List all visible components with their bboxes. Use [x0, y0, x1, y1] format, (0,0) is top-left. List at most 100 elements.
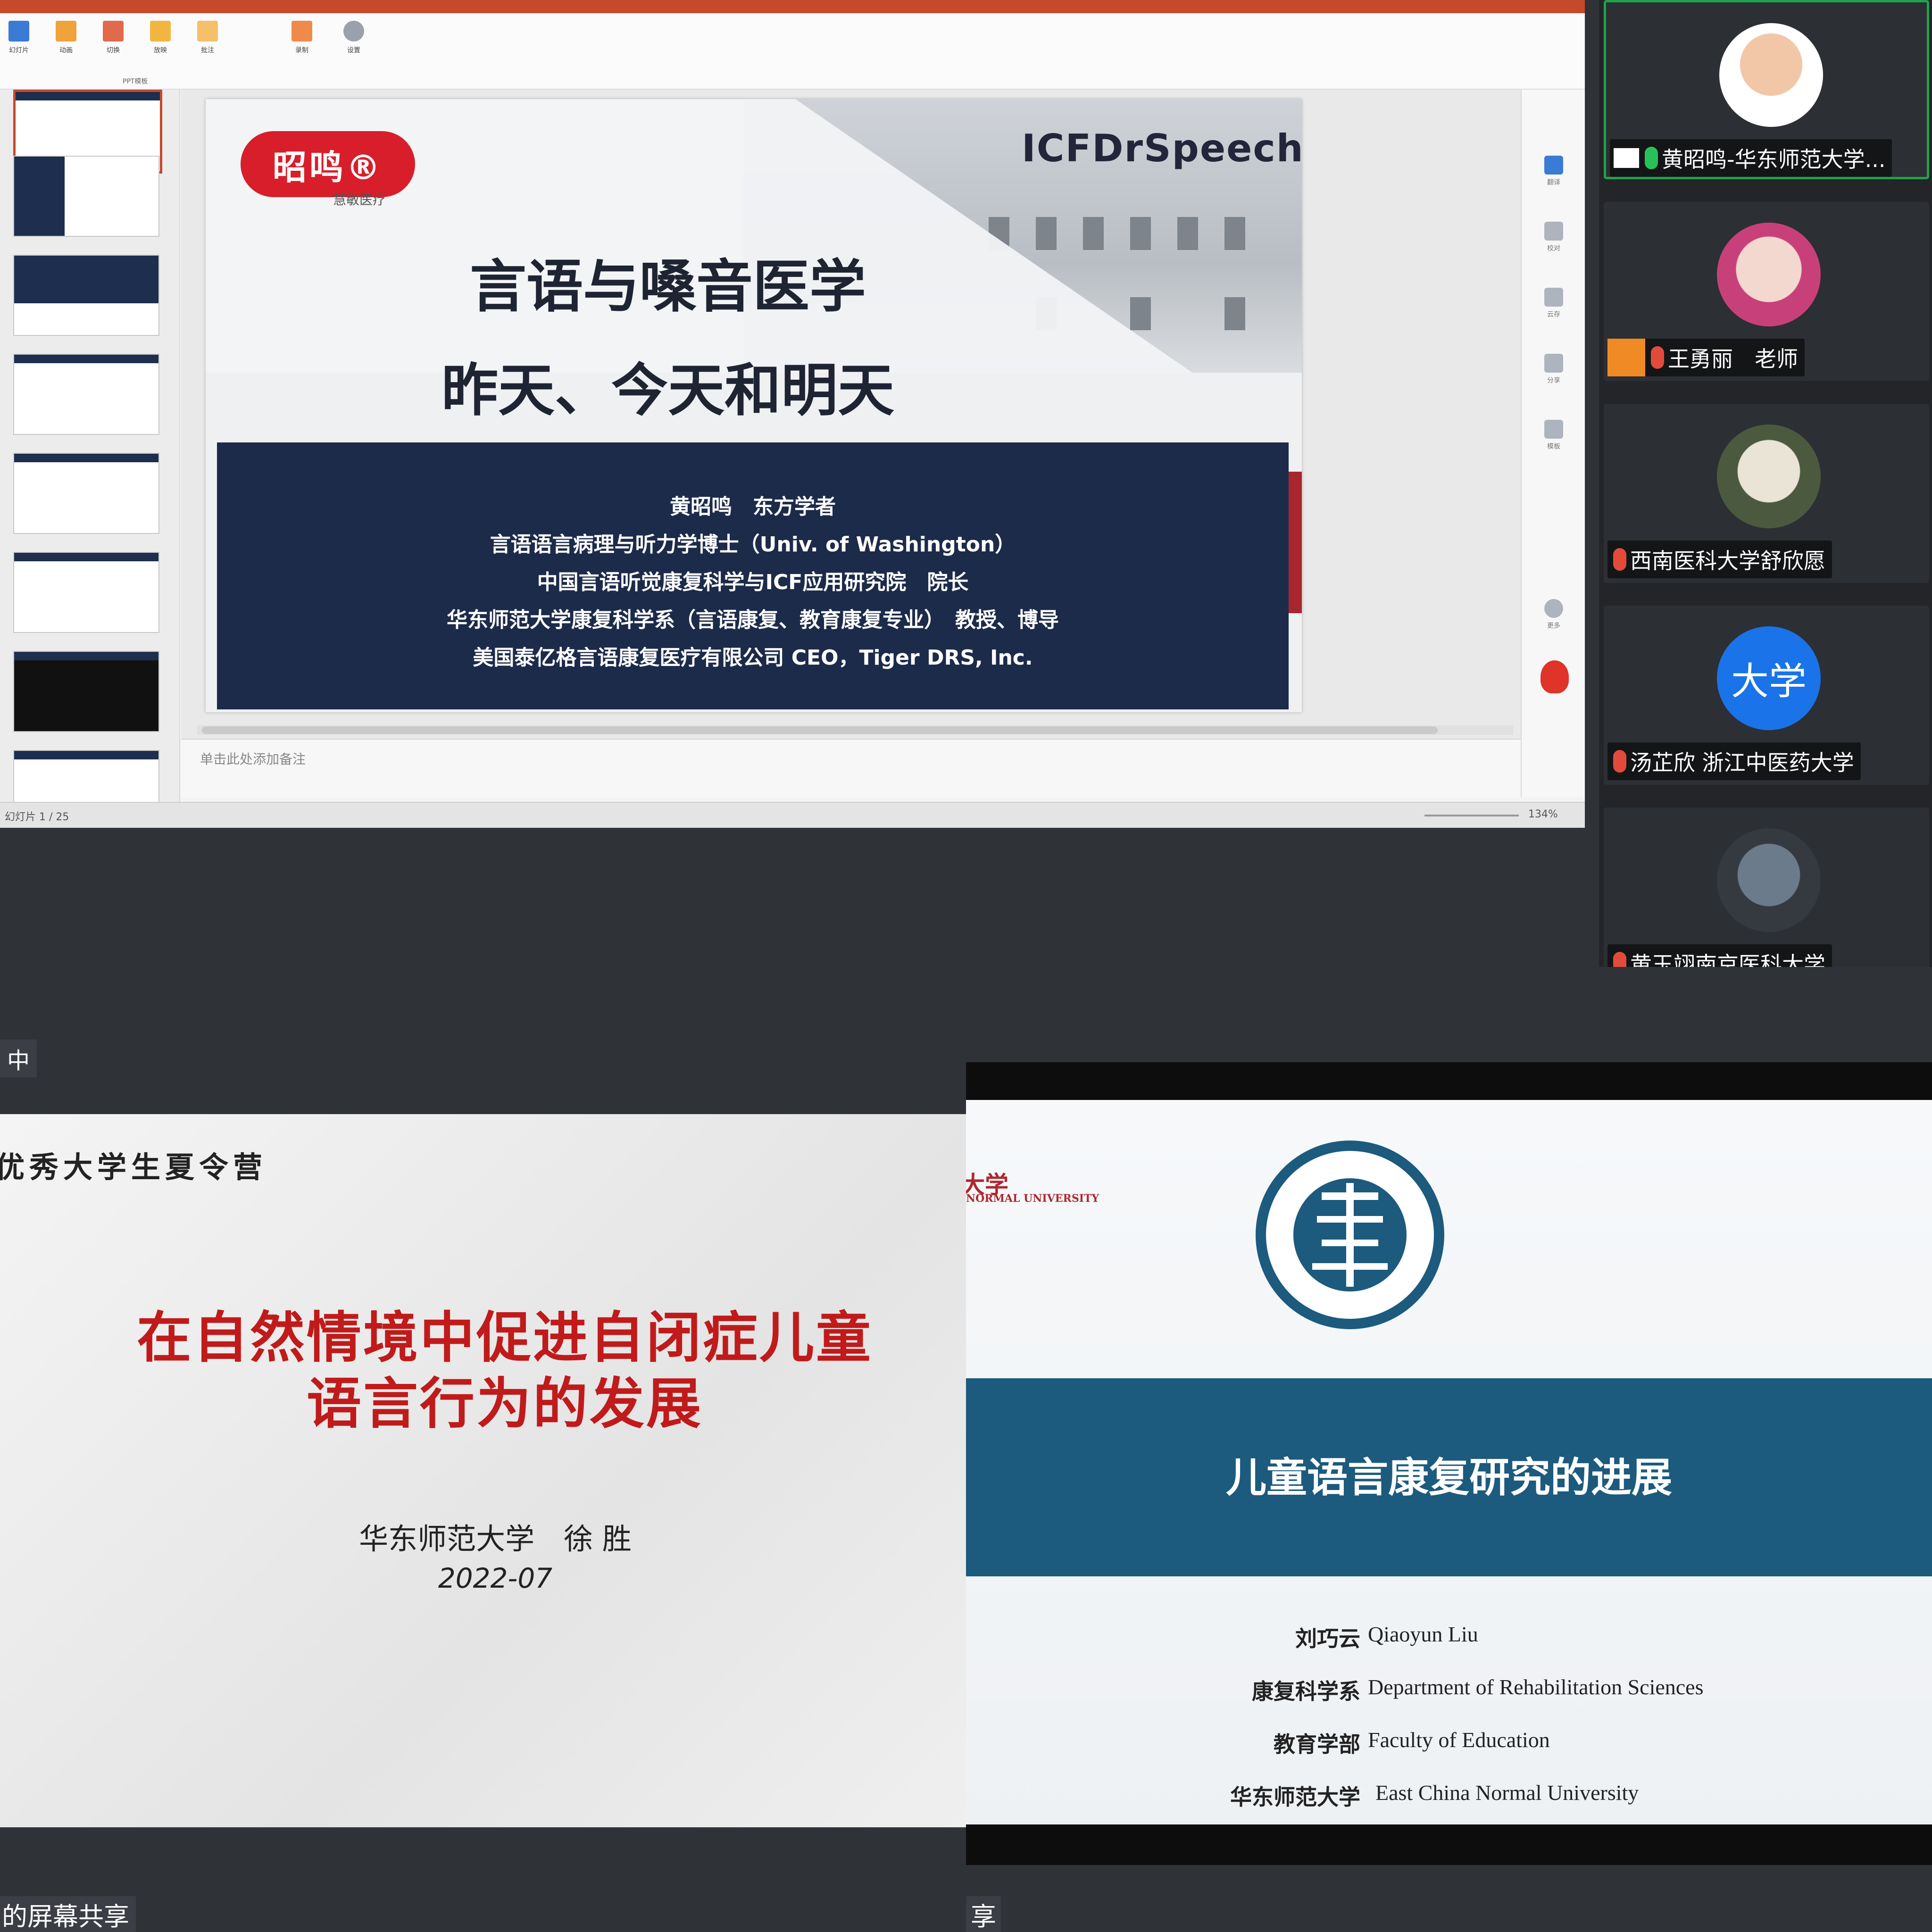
info-line: 中国言语听觉康复科学与ICF应用研究院 院长 — [537, 570, 969, 594]
slide-author: 华东师范大学 徐 胜 — [359, 1522, 632, 1556]
scrollbar-thumb[interactable] — [202, 726, 1438, 734]
slideshow-icon — [150, 21, 171, 42]
sharing-badge: 中 — [0, 1040, 37, 1077]
info-line: 黄昭鸣 东方学者 — [670, 495, 836, 519]
participant-tile[interactable]: 王勇丽 老师 — [1604, 202, 1929, 381]
tool-more[interactable]: 更多 — [1540, 599, 1568, 630]
participant-name-bar: 汤芷欣 浙江中医药大学 — [1607, 742, 1861, 780]
slide-counter: 幻灯片 1 / 25 — [5, 811, 69, 823]
participant-name: 黄玉翊南京医科大学 — [1630, 952, 1825, 967]
participant-tile[interactable]: 黄昭鸣-华东师范大学... — [1604, 0, 1929, 179]
tool-cloud[interactable]: 云存 — [1540, 288, 1568, 319]
ribbon-button-4[interactable]: 批注 — [193, 18, 222, 79]
slide-icon — [8, 21, 29, 42]
slide-thumbnail[interactable] — [13, 651, 159, 732]
slide-thumbnail[interactable] — [13, 156, 159, 237]
slide-title-line-1: 言语与嗓音医学 — [470, 254, 866, 320]
info-line: 美国泰亿格言语康复医疗有限公司 CEO，Tiger DRS, Inc. — [473, 646, 1033, 670]
slide-date: 2022-07 — [438, 1562, 553, 1594]
logo: 昭鸣® — [241, 131, 415, 197]
slide-title: 儿童语言康复研究的进展 — [1226, 1454, 1672, 1501]
cloud-icon — [1544, 288, 1563, 307]
participant-name: 黄昭鸣-华东师范大学... — [1662, 147, 1886, 172]
tool-translate[interactable]: 翻译 — [1540, 156, 1568, 187]
more-icon — [1544, 599, 1563, 618]
zoom-level[interactable]: 134% — [1528, 808, 1558, 820]
mic-off-icon — [1651, 346, 1664, 369]
slide-thumbnail[interactable] — [13, 750, 159, 802]
screen-share-panel-bottom-right: 大学 NORMAL UNIVERSITY 儿童语言康复研究的进展 刘巧云 Qia… — [966, 967, 1932, 1932]
avatar — [1717, 828, 1821, 932]
slide-thumbnail-pane — [0, 90, 180, 802]
screen-share-icon — [1614, 148, 1639, 168]
department-en: Department of Rehabilitation Sciences — [1368, 1675, 1704, 1699]
slide-thumbnail[interactable] — [13, 552, 159, 633]
participant-name: 王勇丽 老师 — [1668, 346, 1798, 372]
screen-share-panel-bottom-left: 中 优秀大学生夏令营 在自然情境中促进自闭症儿童 语言行为的发展 华东师范大学 … — [0, 967, 966, 1932]
ribbon-button-5[interactable]: 录制 — [288, 18, 316, 79]
ribbon-group-label: PPT模板 — [123, 78, 148, 85]
slide-thumbnail[interactable] — [13, 453, 159, 534]
screen-share-panel-top: 幻灯片 动画 切换 放映 批注 录制 设置 PPT模板 昭鸣® 慧敏医疗 ICF… — [0, 0, 1932, 967]
shared-slide: 优秀大学生夏令营 在自然情境中促进自闭症儿童 语言行为的发展 华东师范大学 徐 … — [0, 1114, 966, 1827]
mic-on-icon — [1645, 147, 1658, 169]
participant-name-bar: 王勇丽 老师 — [1607, 339, 1805, 376]
screen-share-label: 的屏幕共享 — [0, 1896, 136, 1932]
speaker-info-box: 黄昭鸣 东方学者 言语语言病理与听力学博士（Univ. of Washingto… — [217, 442, 1289, 709]
author-en: Qiaoyun Liu — [1368, 1622, 1478, 1646]
university-logo-subtext: NORMAL UNIVERSITY — [966, 1192, 1099, 1205]
title-band: 儿童语言康复研究的进展 — [966, 1378, 1932, 1576]
avatar: 大学 — [1717, 626, 1821, 730]
participant-name-bar: 黄玉翊南京医科大学 — [1607, 944, 1832, 967]
right-tool-panel: 翻译 校对 云存 分享 模板 更多 — [1521, 90, 1585, 797]
participant-name: 西南医科大学舒欣愿 — [1630, 548, 1825, 574]
letterbox-top — [966, 1062, 1932, 1100]
department-emblem-icon — [1256, 1141, 1444, 1329]
participant-tile[interactable]: 西南医科大学舒欣愿 — [1604, 404, 1929, 583]
avatar — [1717, 223, 1821, 326]
participant-tile[interactable]: 大学 汤芷欣 浙江中医药大学 — [1604, 606, 1929, 785]
mic-off-icon — [1613, 952, 1626, 967]
title-bar — [0, 0, 1585, 13]
slide-thumbnail[interactable] — [13, 354, 159, 435]
slide-title-line-2: 语言行为的发展 — [307, 1372, 703, 1436]
slide-thumbnail[interactable] — [13, 255, 159, 336]
slide-title-line-2: 昨天、今天和明天 — [441, 358, 894, 424]
gear-icon — [343, 21, 364, 42]
participant-gallery: 黄昭鸣-华东师范大学... 王勇丽 老师 西南医科大学舒欣愿 大学 汤芷欣 浙江… — [1599, 0, 1932, 967]
department-cn: 康复科学系 — [1252, 1680, 1360, 1704]
tool-share[interactable]: 分享 — [1540, 354, 1568, 385]
current-slide: 昭鸣® 慧敏医疗 ICFDrSpeech® 言语与嗓音医学 昨天、今天和明天 黄… — [206, 99, 1302, 712]
ribbon-button-2[interactable]: 切换 — [99, 18, 127, 79]
ribbon-button-0[interactable]: 幻灯片 — [5, 18, 33, 79]
ribbon-button-1[interactable]: 动画 — [52, 18, 80, 79]
tool-template[interactable]: 模板 — [1540, 420, 1568, 451]
info-line: 言语语言病理与听力学博士（Univ. of Washington） — [490, 533, 1016, 557]
horizontal-scrollbar[interactable] — [197, 725, 1513, 735]
animation-icon — [56, 21, 76, 42]
notes-placeholder: 单击此处添加备注 — [200, 751, 306, 767]
participant-tile[interactable]: 黄玉翊南京医科大学 — [1604, 808, 1929, 967]
ribbon-button-3[interactable]: 放映 — [146, 18, 175, 79]
ribbon-button-6[interactable]: 设置 — [340, 18, 368, 79]
info-line: 华东师范大学康复科学系（言语康复、教育康复专业） 教授、博导 — [447, 608, 1059, 632]
zoom-slider[interactable] — [1424, 815, 1519, 816]
faculty-cn: 教育学部 — [1274, 1732, 1360, 1757]
user-icon — [1607, 339, 1645, 376]
author-cn: 刘巧云 — [1295, 1627, 1360, 1651]
letterbox-bottom — [966, 1824, 1932, 1865]
tool-proofread[interactable]: 校对 — [1540, 222, 1568, 253]
logo-subtitle: 慧敏医疗 — [333, 192, 386, 208]
share-icon — [1544, 354, 1563, 373]
transition-icon — [103, 21, 124, 42]
faculty-en: Faculty of Education — [1368, 1728, 1550, 1752]
notes-pane[interactable]: 单击此处添加备注 — [181, 739, 1521, 798]
participant-name-bar: 西南医科大学舒欣愿 — [1607, 541, 1832, 578]
template-icon — [1544, 420, 1563, 439]
participant-name-bar: 黄昭鸣-华东师范大学... — [1610, 139, 1892, 177]
mascot-icon[interactable] — [1541, 660, 1569, 693]
proofread-icon — [1544, 222, 1563, 241]
translate-icon — [1544, 156, 1563, 175]
avatar — [1719, 23, 1823, 127]
record-icon — [291, 21, 312, 42]
